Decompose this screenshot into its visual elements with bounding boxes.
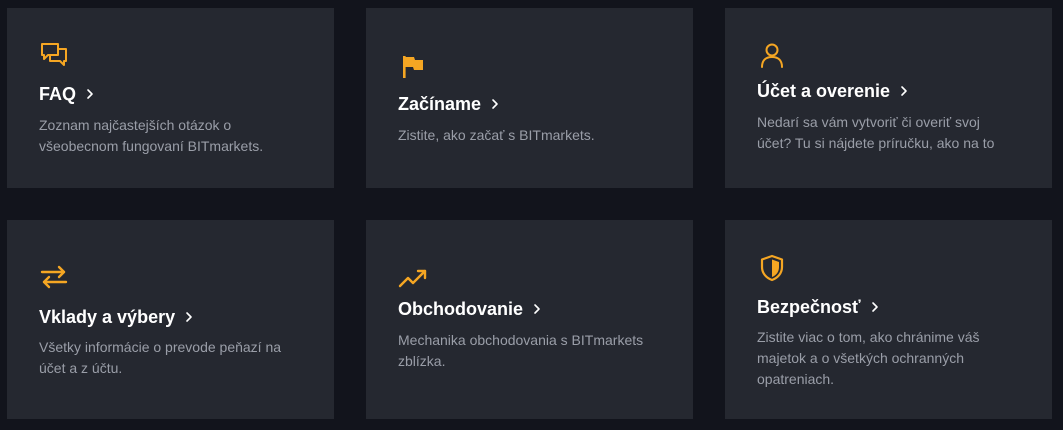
chevron-right-icon [898,85,910,97]
card-title-row[interactable]: Obchodovanie [398,298,543,320]
chevron-right-icon [869,301,881,313]
card-getting-started[interactable]: Začíname Zistite, ako začať s BITmarkets… [366,8,693,188]
shield-icon [757,253,787,283]
card-faq[interactable]: FAQ Zoznam najčastejších otázok o všeobe… [7,8,334,188]
card-description: Zoznam najčastejších otázok o všeobecnom… [39,117,264,154]
card-title-row[interactable]: Účet a overenie [757,80,910,102]
user-icon [757,40,787,70]
card-title: Začíname [398,94,482,114]
chevron-right-icon [84,88,96,100]
chevron-right-icon [489,98,501,110]
card-description: Zistite viac o tom, ako chránime váš maj… [757,329,980,387]
card-description: Všetky informácie o prevode peňazí na úč… [39,339,282,376]
chevron-right-icon [183,311,195,323]
card-account-verification[interactable]: Účet a overenie Nedarí sa vám vytvoriť č… [725,8,1052,188]
card-title: Obchodovanie [398,299,524,319]
chevron-right-icon [531,303,543,315]
card-deposits-withdrawals[interactable]: Vklady a výbery Všetky informácie o prev… [7,220,334,419]
card-title: FAQ [39,84,77,104]
card-title-row[interactable]: FAQ [39,83,96,105]
card-description: Zistite, ako začať s BITmarkets. [398,127,595,143]
card-title: Vklady a výbery [39,307,176,327]
card-trading[interactable]: Obchodovanie Mechanika obchodovania s BI… [366,220,693,419]
card-description: Nedarí sa vám vytvoriť či overiť svoj úč… [757,114,995,151]
chat-bubbles-icon [39,40,69,70]
card-description: Mechanika obchodovania s BITmarkets zblí… [398,332,644,369]
trending-up-icon [398,264,428,294]
card-security[interactable]: Bezpečnosť Zistite viac o tom, ako chrán… [725,220,1052,419]
transfer-arrows-icon [39,262,69,292]
card-title-row[interactable]: Bezpečnosť [757,296,881,318]
flag-icon [398,52,428,82]
card-title: Bezpečnosť [757,297,861,317]
card-title-row[interactable]: Vklady a výbery [39,306,195,328]
card-title-row[interactable]: Začíname [398,93,501,115]
card-title: Účet a overenie [757,81,891,101]
